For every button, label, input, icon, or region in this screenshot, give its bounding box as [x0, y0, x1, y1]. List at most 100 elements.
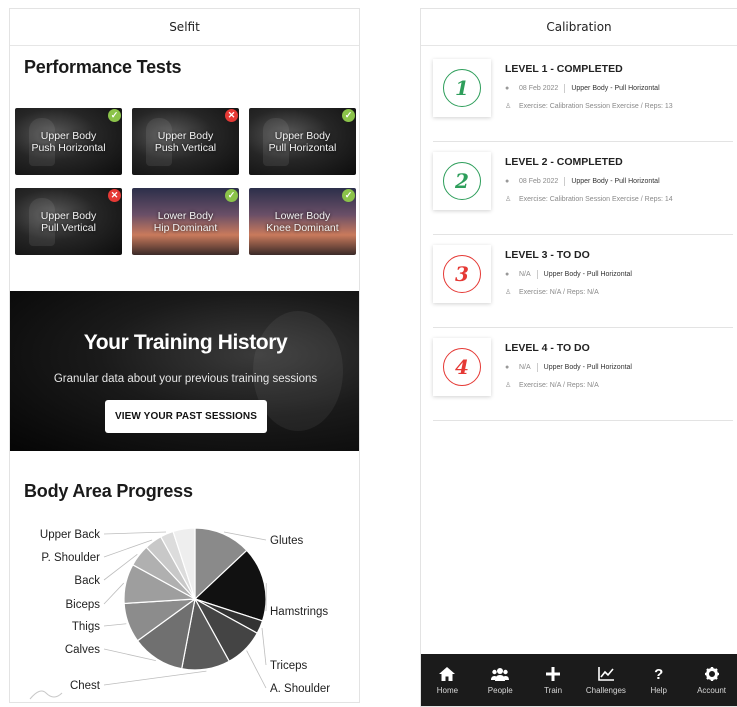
person-icon: ♙: [505, 382, 512, 389]
tile-label-line1: Upper Body: [274, 129, 331, 142]
pie-leader-line: [103, 531, 167, 535]
body-area-progress-title: Body Area Progress: [24, 481, 193, 501]
check-icon: ✓: [225, 189, 238, 202]
pie-label: Thigs: [72, 621, 100, 633]
chart-icon: [597, 665, 615, 683]
pie-leader-line: [103, 582, 125, 605]
level-date: N/A: [519, 364, 531, 371]
tile-label-line1: Lower Body: [274, 209, 331, 222]
pie-leader-line: [103, 623, 127, 627]
tile-label-line1: Upper Body: [157, 129, 214, 142]
level-date: 08 Feb 2022: [519, 178, 559, 185]
training-history-banner: Your Training History Granular data abou…: [10, 291, 359, 451]
nav-help[interactable]: ? Help: [632, 654, 685, 706]
home-icon: [438, 665, 456, 683]
nav-train[interactable]: Train: [527, 654, 580, 706]
tile-lower-hip-dominant[interactable]: ✓ Lower Body Hip Dominant: [132, 188, 239, 255]
pie-label: Biceps: [65, 599, 100, 611]
level-number: 2: [443, 162, 481, 200]
check-icon: ✓: [342, 109, 355, 122]
nav-challenges[interactable]: Challenges: [579, 654, 632, 706]
pie-label: P. Shoulder: [41, 552, 100, 564]
level-number: 3: [443, 255, 481, 293]
pie-label: Upper Back: [40, 529, 100, 541]
nav-people[interactable]: People: [474, 654, 527, 706]
performance-tests-title: Performance Tests: [24, 57, 182, 77]
pie-label: Calves: [65, 644, 100, 656]
level-exercise-type: Upper Body - Pull Horizontal: [543, 271, 632, 278]
level-item[interactable]: 3 LEVEL 3 - TO DO ● N/A Upper Body - Pull Ho…: [433, 235, 733, 328]
person-icon: ♙: [505, 289, 512, 296]
nav-label: People: [487, 686, 513, 695]
divider: [564, 177, 566, 186]
training-history-title: Your Training History: [83, 331, 288, 354]
view-past-sessions-button[interactable]: VIEW YOUR PAST SESSIONS: [105, 400, 267, 433]
level-date: N/A: [519, 271, 531, 278]
level-number: 4: [443, 348, 481, 386]
tile-upper-pull-horizontal[interactable]: ✓ Upper Body Pull Horizontal: [249, 108, 356, 175]
level-title: LEVEL 2 - COMPLETED: [505, 156, 623, 168]
level-item[interactable]: 1 LEVEL 1 - COMPLETED ● 08 Feb 2022 Upper Bo…: [433, 49, 733, 142]
level-date: 08 Feb 2022: [519, 85, 559, 92]
clock-icon: ●: [505, 85, 510, 92]
nav-label: Train: [544, 686, 563, 695]
level-badge: 1: [433, 59, 491, 117]
clock-icon: ●: [505, 364, 510, 371]
divider: [536, 270, 538, 279]
pie-leader-line: [261, 627, 267, 666]
nav-account[interactable]: Account: [685, 654, 737, 706]
bottom-navigation: Home People Train Challenges ? Help Acco…: [421, 654, 737, 706]
level-item[interactable]: 4 LEVEL 4 - TO DO ● N/A Upper Body - Pull Ho…: [433, 328, 733, 421]
selfit-screen: Selfit Performance Tests ✓ Upper Body Pus…: [9, 8, 360, 703]
level-badge: 3: [433, 245, 491, 303]
check-icon: ✓: [108, 109, 121, 122]
tile-label-line1: Lower Body: [157, 209, 214, 222]
app-header: Calibration: [421, 9, 737, 46]
close-icon: ✕: [225, 109, 238, 122]
nav-home[interactable]: Home: [421, 654, 474, 706]
training-history-subtitle: Granular data about your previous traini…: [53, 373, 318, 385]
tile-upper-push-vertical[interactable]: ✕ Upper Body Push Vertical: [132, 108, 239, 175]
page-title: Calibration: [546, 20, 612, 34]
wave-decoration: [29, 690, 63, 700]
pie-label: Glutes: [270, 535, 303, 547]
clock-icon: ●: [505, 271, 510, 278]
nav-label: Home: [436, 686, 459, 695]
tile-upper-push-horizontal[interactable]: ✓ Upper Body Push Horizontal: [15, 108, 122, 175]
pie-label: Back: [74, 575, 100, 587]
level-title: LEVEL 3 - TO DO: [505, 249, 590, 261]
level-exercise-type: Upper Body - Pull Horizontal: [571, 178, 660, 185]
pie-leader-line: [246, 650, 267, 689]
tile-upper-pull-vertical[interactable]: ✕ Upper Body Pull Vertical: [15, 188, 122, 255]
tile-label-line1: Upper Body: [40, 209, 97, 222]
check-icon: ✓: [342, 189, 355, 202]
nav-label: Help: [650, 686, 667, 695]
calibration-screen: Calibration 1 LEVEL 1 - COMPLETED ● 08 Feb …: [420, 8, 737, 707]
tile-label-line2: Knee Dominant: [266, 221, 339, 234]
level-number: 1: [443, 69, 481, 107]
tile-label-line2: Push Vertical: [154, 141, 217, 154]
divider: [536, 363, 538, 372]
level-detail: Exercise: Calibration Session Exercise /…: [519, 103, 673, 110]
clock-icon: ●: [505, 178, 510, 185]
tile-label-line2: Pull Horizontal: [268, 141, 337, 154]
level-detail: Exercise: N/A / Reps: N/A: [519, 382, 599, 389]
pie-label: Hamstrings: [270, 606, 328, 618]
person-icon: ♙: [505, 196, 512, 203]
nav-label: Challenges: [585, 686, 626, 695]
pie-label: A. Shoulder: [270, 683, 330, 695]
tile-label-line2: Hip Dominant: [153, 221, 218, 234]
tile-label-line2: Push Horizontal: [31, 141, 106, 154]
level-title: LEVEL 1 - COMPLETED: [505, 63, 623, 75]
level-badge: 4: [433, 338, 491, 396]
level-detail: Exercise: Calibration Session Exercise /…: [519, 196, 673, 203]
level-title: LEVEL 4 - TO DO: [505, 342, 590, 354]
level-item[interactable]: 2 LEVEL 2 - COMPLETED ● 08 Feb 2022 Upper Bo…: [433, 142, 733, 235]
person-icon: ♙: [505, 103, 512, 110]
help-icon: ?: [654, 665, 664, 683]
tile-lower-knee-dominant[interactable]: ✓ Lower Body Knee Dominant: [249, 188, 356, 255]
page-title: Selfit: [169, 20, 200, 34]
plus-icon: [544, 665, 562, 683]
divider: [564, 84, 566, 93]
level-exercise-type: Upper Body - Pull Horizontal: [571, 85, 660, 92]
